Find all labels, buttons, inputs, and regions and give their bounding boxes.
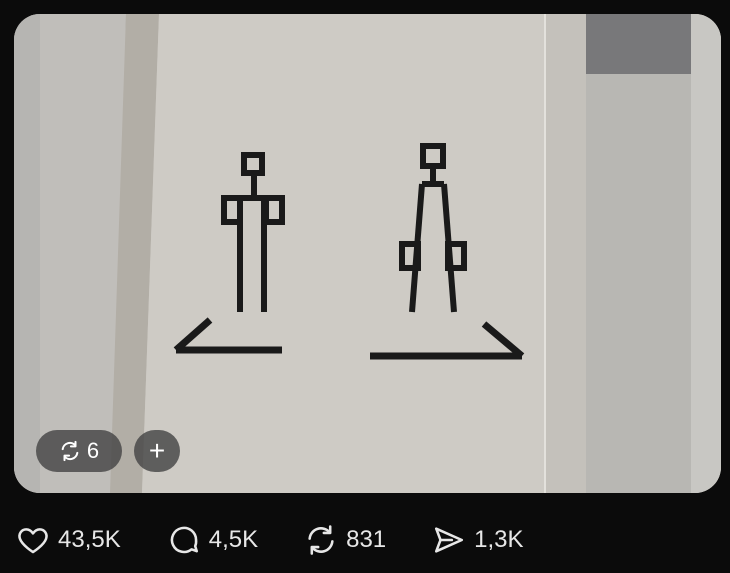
repost-count: 831 — [346, 526, 387, 553]
reply-count: 4,5K — [208, 526, 259, 553]
add-button[interactable]: + — [134, 430, 180, 472]
send-icon — [435, 527, 464, 553]
share-button[interactable]: 1,3K — [432, 523, 524, 557]
image-repost-badge[interactable]: 6 — [36, 430, 122, 472]
reply-button[interactable]: 4,5K — [167, 523, 258, 557]
repost-icon — [308, 525, 334, 555]
post-image[interactable]: 6 + — [14, 14, 721, 493]
image-repost-count: 6 — [86, 438, 100, 463]
heart-icon — [18, 528, 48, 554]
repost-icon — [61, 440, 79, 462]
restroom-sign-photo — [14, 14, 721, 493]
repost-button[interactable]: 831 — [304, 523, 386, 557]
plus-icon: + — [148, 435, 166, 466]
like-count: 43,5K — [58, 526, 121, 553]
share-count: 1,3K — [474, 526, 524, 553]
post-action-bar: 43,5K 4,5K 831 1,3K — [16, 520, 716, 560]
speech-bubble-icon — [170, 526, 198, 554]
like-button[interactable]: 43,5K — [16, 523, 121, 557]
